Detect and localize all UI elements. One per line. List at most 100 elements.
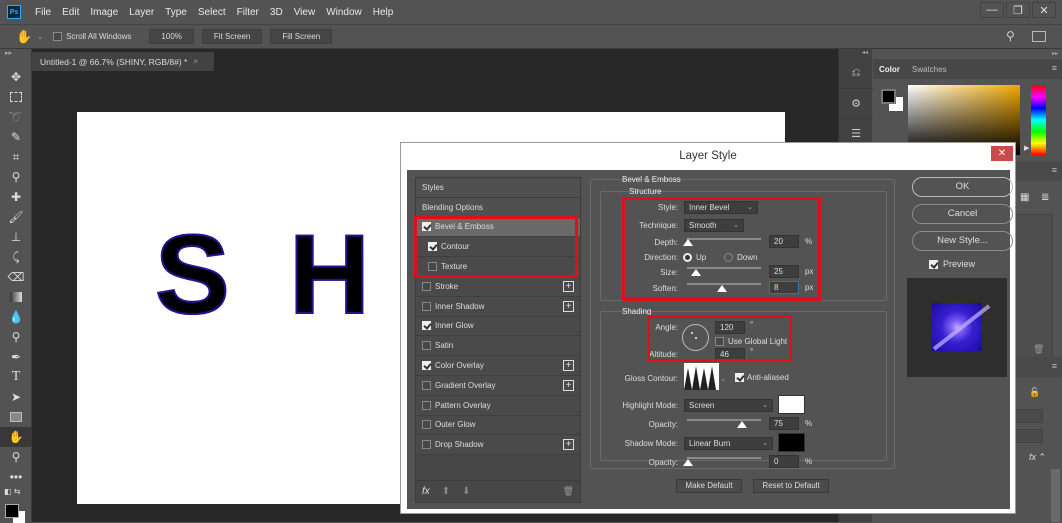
collapse-toolbar-icon[interactable]: ▸▸ — [0, 49, 31, 67]
styles-item-inner-shadow[interactable]: Inner Shadow + — [416, 296, 580, 317]
history-panel-icon[interactable]: ⎌ — [839, 59, 873, 89]
styles-item-gradient-overlay[interactable]: Gradient Overlay + — [416, 375, 580, 396]
menu-select[interactable]: Select — [198, 7, 226, 18]
stamp-tool-icon[interactable]: ⊥ — [0, 227, 32, 247]
highlight-mode-select[interactable]: Screen ⌄ — [684, 399, 773, 412]
scroll-all-windows-checkbox[interactable] — [53, 32, 63, 41]
anti-aliased-checkbox[interactable] — [735, 373, 744, 382]
styles-item-pattern-overlay[interactable]: Pattern Overlay — [416, 395, 580, 416]
fx-icon[interactable]: fx ⌃ — [1029, 452, 1046, 463]
reset-to-default-button[interactable]: Reset to Default — [753, 479, 829, 493]
gradient-tool-icon[interactable] — [0, 287, 32, 307]
tab-color[interactable]: Color — [879, 65, 900, 74]
rectangle-tool-icon[interactable] — [0, 407, 32, 427]
more-tools-icon[interactable]: ••• — [0, 467, 32, 487]
tab-swatches[interactable]: Swatches — [912, 65, 947, 74]
inner-shadow-checkbox[interactable] — [422, 301, 431, 311]
menu-image[interactable]: Image — [90, 7, 118, 18]
restore-button[interactable]: ❐ — [1006, 2, 1030, 18]
document-tab[interactable]: Untitled-1 @ 66.7% (SHINY, RGB/8#) * × — [32, 52, 214, 71]
eraser-tool-icon[interactable]: ⌫ — [0, 267, 32, 287]
shadow-opacity-thumb[interactable] — [683, 459, 693, 466]
properties-panel-icon[interactable]: ⚙ — [839, 89, 873, 119]
lock-icon[interactable]: 🔓 — [1029, 387, 1040, 398]
grid-view-icon[interactable]: ▦ — [1020, 192, 1029, 203]
list-view-icon[interactable]: ≣ — [1041, 192, 1049, 203]
fx-menu-icon[interactable]: fx — [422, 486, 430, 497]
move-up-icon[interactable]: ⬆ — [442, 486, 450, 497]
quick-select-tool-icon[interactable]: ✎ — [0, 127, 32, 147]
zoom-100-button[interactable]: 100% — [149, 29, 194, 44]
menu-file[interactable]: File — [35, 7, 51, 18]
search-icon[interactable]: ⚲ — [1006, 29, 1015, 43]
chevron-down-icon[interactable]: ⌄ — [37, 33, 43, 41]
highlight-opacity-thumb[interactable] — [737, 421, 747, 428]
inner-glow-checkbox[interactable] — [422, 321, 431, 331]
move-down-icon[interactable]: ⬇ — [462, 486, 470, 497]
eyedropper-tool-icon[interactable]: ⚲ — [0, 167, 32, 187]
add-drop-shadow-icon[interactable]: + — [563, 439, 574, 451]
menu-edit[interactable]: Edit — [62, 7, 79, 18]
move-tool-icon[interactable]: ✥ — [0, 67, 32, 87]
hue-slider[interactable] — [1031, 85, 1046, 155]
hue-slider-marker-icon[interactable]: ▶ — [1024, 144, 1029, 152]
shadow-color-swatch[interactable] — [778, 433, 805, 452]
dodge-tool-icon[interactable]: ⚲ — [0, 327, 32, 347]
gradient-overlay-checkbox[interactable] — [422, 380, 431, 390]
add-stroke-icon[interactable]: + — [563, 280, 574, 292]
history-brush-icon[interactable]: ⤹ — [0, 247, 32, 267]
cancel-button[interactable]: Cancel — [912, 204, 1013, 224]
styles-item-stroke[interactable]: Stroke + — [416, 276, 580, 297]
gloss-contour-preview[interactable] — [684, 363, 719, 390]
fit-screen-button[interactable]: Fit Screen — [201, 29, 263, 44]
drop-shadow-checkbox[interactable] — [422, 440, 431, 450]
preview-checkbox[interactable] — [929, 260, 938, 269]
fill-screen-button[interactable]: Fill Screen — [270, 29, 333, 44]
outer-glow-checkbox[interactable] — [422, 420, 431, 430]
highlight-opacity-slider[interactable] — [687, 419, 761, 421]
swap-colors-icon[interactable]: ◧ ⇆ — [0, 487, 31, 501]
minimize-button[interactable]: — — [980, 2, 1004, 18]
gloss-contour-dropdown-icon[interactable]: ⌄ — [720, 375, 726, 383]
shadow-opacity-slider[interactable] — [687, 457, 761, 459]
healing-brush-icon[interactable]: ✚ — [0, 187, 32, 207]
shadow-mode-select[interactable]: Linear Burn ⌄ — [684, 437, 773, 450]
type-tool-icon[interactable]: T — [0, 367, 32, 387]
path-select-tool-icon[interactable]: ➤ — [0, 387, 32, 407]
styles-item-outer-glow[interactable]: Outer Glow — [416, 415, 580, 436]
panel-menu-icon[interactable]: ≡ — [1052, 361, 1057, 371]
zoom-tool-icon[interactable]: ⚲ — [0, 447, 32, 467]
menu-help[interactable]: Help — [373, 7, 394, 18]
satin-checkbox[interactable] — [422, 341, 431, 351]
pattern-overlay-checkbox[interactable] — [422, 400, 431, 410]
brush-tool-icon[interactable]: 🖌 — [0, 207, 32, 227]
workspace-icon[interactable] — [1032, 31, 1046, 42]
make-default-button[interactable]: Make Default — [676, 479, 742, 493]
hand-icon[interactable]: ✋ — [16, 29, 32, 45]
menu-type[interactable]: Type — [165, 7, 187, 18]
foreground-color-chip[interactable] — [881, 89, 896, 104]
color-overlay-checkbox[interactable] — [422, 361, 431, 371]
pen-tool-icon[interactable]: ✒ — [0, 347, 32, 367]
crop-tool-icon[interactable]: ⌗ — [0, 147, 32, 167]
dialog-close-button[interactable]: ✕ — [991, 146, 1013, 161]
trash-icon[interactable]: 🗑 — [1033, 344, 1044, 355]
marquee-tool-icon[interactable] — [0, 87, 32, 107]
add-inner-shadow-icon[interactable]: + — [563, 300, 574, 312]
styles-item-styles[interactable]: Styles — [416, 178, 580, 198]
styles-item-drop-shadow[interactable]: Drop Shadow + — [416, 435, 580, 456]
stroke-checkbox[interactable] — [422, 281, 431, 291]
panel-menu-icon[interactable]: ≡ — [1052, 165, 1057, 175]
delete-effect-icon[interactable]: 🗑 — [563, 486, 574, 497]
menu-view[interactable]: View — [294, 7, 316, 18]
menu-layer[interactable]: Layer — [129, 7, 154, 18]
menu-filter[interactable]: Filter — [237, 7, 259, 18]
foreground-color-swatch[interactable] — [5, 504, 19, 518]
new-style-button[interactable]: New Style... — [912, 231, 1013, 251]
highlight-opacity-input[interactable]: 75 — [769, 417, 799, 430]
add-gradient-overlay-icon[interactable]: + — [563, 379, 574, 391]
styles-item-color-overlay[interactable]: Color Overlay + — [416, 356, 580, 376]
scrollbar[interactable] — [1051, 469, 1060, 522]
highlight-color-swatch[interactable] — [778, 395, 805, 414]
menu-window[interactable]: Window — [326, 7, 362, 18]
